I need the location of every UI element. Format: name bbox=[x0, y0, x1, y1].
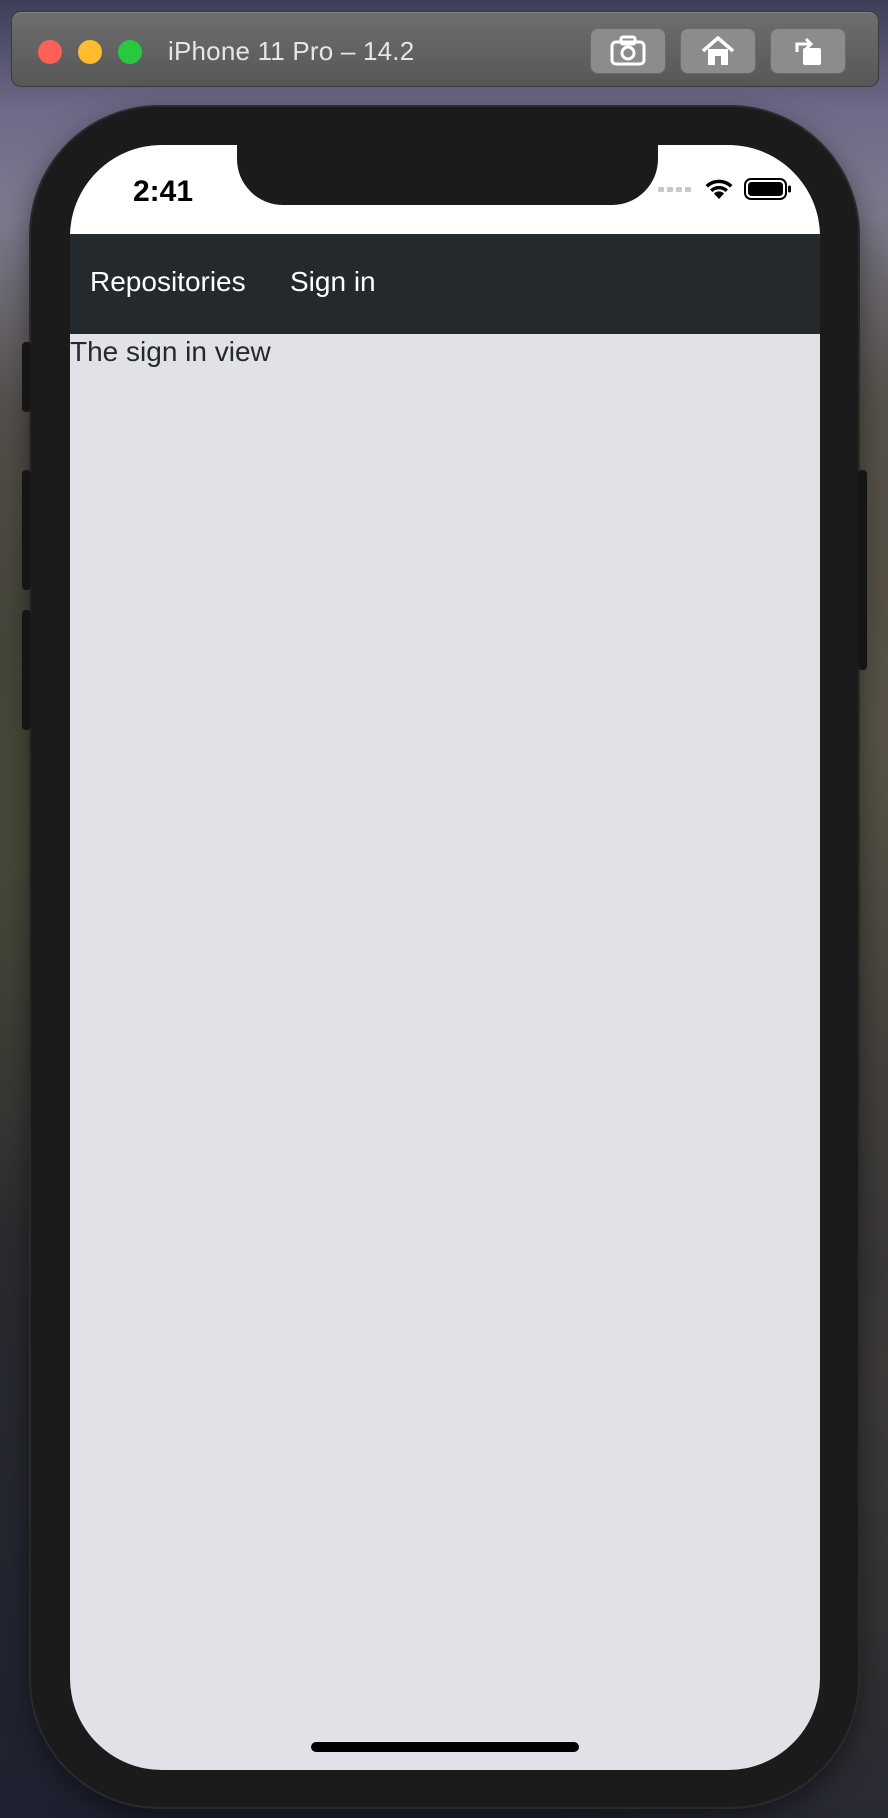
cellular-signal-icon bbox=[658, 187, 691, 192]
status-icons bbox=[658, 177, 792, 201]
power-button bbox=[858, 470, 867, 670]
home-indicator[interactable] bbox=[311, 1742, 579, 1752]
device-screen: 2:41 Repositories Sign in The sign in vi… bbox=[70, 145, 820, 1770]
volume-up-button bbox=[22, 470, 31, 590]
simulator-title-bar: iPhone 11 Pro – 14.2 bbox=[11, 11, 879, 87]
close-window-button[interactable] bbox=[38, 40, 62, 64]
screenshot-button[interactable] bbox=[590, 28, 666, 74]
minimize-window-button[interactable] bbox=[78, 40, 102, 64]
status-bar: 2:41 bbox=[70, 145, 820, 234]
nav-link-repositories[interactable]: Repositories bbox=[90, 266, 246, 298]
camera-icon bbox=[610, 35, 646, 66]
home-icon bbox=[701, 36, 735, 65]
rotate-button[interactable] bbox=[770, 28, 846, 74]
sign-in-view-text: The sign in view bbox=[70, 336, 271, 367]
home-button[interactable] bbox=[680, 28, 756, 74]
battery-icon bbox=[744, 178, 791, 200]
notch bbox=[237, 145, 658, 205]
simulator-title: iPhone 11 Pro – 14.2 bbox=[168, 36, 415, 66]
mute-switch bbox=[22, 342, 31, 412]
top-navbar: Repositories Sign in bbox=[70, 234, 820, 334]
status-time: 2:41 bbox=[133, 175, 194, 208]
rotate-icon bbox=[795, 37, 821, 65]
nav-link-sign-in[interactable]: Sign in bbox=[290, 266, 376, 298]
wifi-icon bbox=[705, 179, 733, 199]
volume-down-button bbox=[22, 610, 31, 730]
zoom-window-button[interactable] bbox=[118, 40, 142, 64]
